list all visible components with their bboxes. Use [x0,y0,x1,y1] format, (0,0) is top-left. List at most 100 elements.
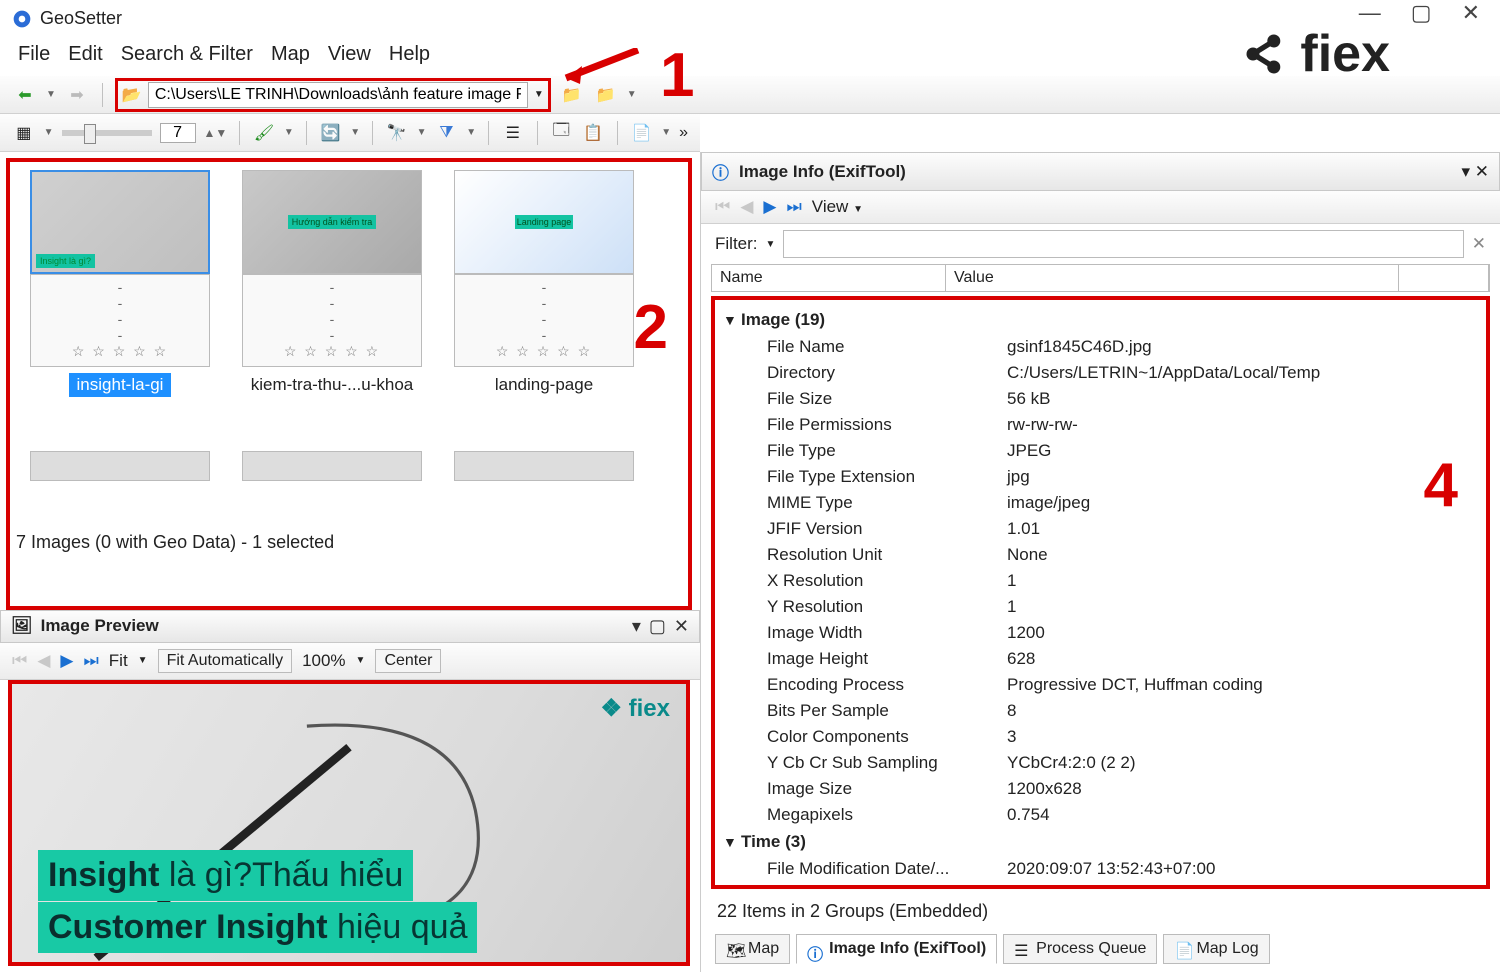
filter-input[interactable] [783,230,1463,258]
property-row[interactable]: File Namegsinf1845C46D.jpg [723,334,1478,360]
thumbnail-item[interactable] [444,451,644,523]
folder-open-icon[interactable]: 📂 [122,85,142,105]
tab-map[interactable]: 🗺Map [715,934,790,964]
property-row[interactable]: Y Cb Cr Sub SamplingYCbCr4:2:0 (2 2) [723,750,1478,776]
property-row[interactable]: Megapixels0.754 [723,802,1478,828]
thumbnail-status: 7 Images (0 with Geo Data) - 1 selected [14,526,684,555]
close-button[interactable]: ✕ [1462,0,1480,26]
property-row[interactable]: X Resolution1 [723,568,1478,594]
next-icon[interactable]: ▶ [763,197,776,217]
annotation-4: 4 [1424,450,1458,521]
maximize-button[interactable]: ▢ [1411,0,1432,26]
property-row[interactable]: File Size56 kB [723,386,1478,412]
thumbnail-item[interactable]: Insight là gì? ----☆ ☆ ☆ ☆ ☆ insight-la-… [20,170,220,439]
property-row[interactable]: Y Resolution1 [723,594,1478,620]
property-row[interactable]: JFIF Version1.01 [723,516,1478,542]
path-input[interactable] [148,82,528,108]
property-row[interactable]: DirectoryC:/Users/LETRIN~1/AppData/Local… [723,360,1478,386]
col-name[interactable]: Name [712,265,946,291]
path-dropdown[interactable]: ▼ [534,89,544,100]
minimize-button[interactable]: — [1359,0,1381,26]
property-row[interactable]: File Permissionsrw-rw-rw- [723,412,1478,438]
panel-restore-icon[interactable]: ▢ [649,616,666,637]
fit-label: Fit [109,651,128,671]
list-icon[interactable]: ☰ [501,120,525,146]
property-row[interactable]: Image Height628 [723,646,1478,672]
thumbnail-item[interactable] [20,451,220,523]
property-row[interactable]: File TypeJPEG [723,438,1478,464]
info-icon: ⓘ [712,159,729,184]
menu-file[interactable]: File [18,43,50,66]
property-row[interactable]: File Modification Date/...2020:09:07 13:… [723,856,1478,882]
property-row[interactable]: Image Width1200 [723,620,1478,646]
preview-header: 🖼 Image Preview ▾ ▢ ✕ [0,610,700,643]
panel-dropdown-icon[interactable]: ▾ [632,616,641,637]
tab-map-log[interactable]: 📄Map Log [1163,934,1269,964]
tab-process-queue[interactable]: ☰Process Queue [1003,934,1157,964]
property-row[interactable]: File Type Extensionjpg [723,464,1478,490]
property-row[interactable]: Bits Per Sample8 [723,698,1478,724]
property-row[interactable]: MIME Typeimage/jpeg [723,490,1478,516]
preview-header-icon: 🖼 [11,616,33,636]
back-button[interactable]: ⬅ [12,82,38,108]
preview-title: Image Preview [41,616,159,636]
last-icon[interactable]: ⏭ [786,197,801,217]
thumbnail-item[interactable] [232,451,432,523]
thumbnail-item[interactable]: Landing page ----☆ ☆ ☆ ☆ ☆ landing-page [444,170,644,439]
next-icon[interactable]: ▶ [60,651,73,671]
center-button[interactable]: Center [375,649,441,673]
thumb-size-value[interactable] [160,123,196,143]
preview-text-1: Insight là gì?Thấu hiểu [38,850,413,901]
property-row[interactable]: Color Components3 [723,724,1478,750]
menu-help[interactable]: Help [389,43,430,66]
first-icon[interactable]: ⏮ [12,651,27,671]
info-table-header: Name Value [711,264,1490,292]
property-list[interactable]: Image (19) File Namegsinf1845C46D.jpgDir… [715,300,1486,889]
zoom-level[interactable]: 100% [302,651,345,671]
more-icon[interactable]: » [679,124,688,142]
app-title: GeoSetter [40,8,122,29]
binoculars-icon[interactable]: 🔭 [385,120,409,146]
thumbnail-panel: 2 Insight là gì? ----☆ ☆ ☆ ☆ ☆ insight-l… [6,158,692,610]
last-icon[interactable]: ⏭ [83,651,98,671]
property-row[interactable]: Image Size1200x628 [723,776,1478,802]
menu-map[interactable]: Map [271,43,310,66]
first-icon[interactable]: ⏮ [715,197,730,217]
menu-view[interactable]: View [328,43,371,66]
property-row[interactable]: File Access Date/Time2020:09:22 13:53:15… [723,882,1478,889]
annotation-1: 1 [660,40,694,111]
filter-label: Filter: [715,234,758,254]
menu-edit[interactable]: Edit [68,43,102,66]
col-value[interactable]: Value [946,265,1399,291]
tab-image-info[interactable]: ⓘImage Info (ExifTool) [796,934,997,964]
group-image[interactable]: Image (19) [723,306,1478,334]
prev-icon[interactable]: ◀ [740,197,753,217]
preview-image: 3 ❖ fiex Insight là gì?Thấu hiểu Custome… [8,680,690,966]
copy-icon[interactable]: 📋 [581,120,605,146]
paint-icon[interactable]: 🖌 [252,120,276,146]
addressbar: 📂 ▼ [115,78,551,112]
property-row[interactable]: Resolution UnitNone [723,542,1478,568]
clear-filter-icon[interactable]: ✕ [1472,234,1486,254]
toolbar-row-2: ▦▼ ▲▼ 🖌▼ 🔄▼ 🔭▼ ⧩▼ ☰ 🗔 📋 📄▼ » [0,114,700,152]
thumb-size-slider[interactable] [62,130,152,136]
thumbnail-item[interactable]: Hướng dẫn kiểm tra ----☆ ☆ ☆ ☆ ☆ kiem-tr… [232,170,432,439]
property-row[interactable]: Encoding ProcessProgressive DCT, Huffman… [723,672,1478,698]
info-title: Image Info (ExifTool) [739,162,906,182]
page-icon[interactable]: 📄 [630,120,654,146]
group-time[interactable]: Time (3) [723,828,1478,856]
view-menu[interactable]: View ▼ [812,197,863,217]
funnel-icon[interactable]: ⧩ [435,120,459,146]
fit-mode[interactable]: Fit Automatically [158,649,292,673]
refresh-icon[interactable]: 🔄 [319,120,343,146]
panel-dropdown-icon[interactable]: ▾ [1461,162,1470,181]
forward-button[interactable]: ➡ [64,82,90,108]
layout-icon[interactable]: ▦ [12,120,36,146]
window-icon[interactable]: 🗔 [550,120,574,146]
panel-close-icon[interactable]: ✕ [674,616,689,637]
info-tabs: 🗺Map ⓘImage Info (ExifTool) ☰Process Que… [701,930,1500,972]
back-dropdown[interactable]: ▼ [46,89,56,100]
prev-icon[interactable]: ◀ [37,651,50,671]
panel-close-icon[interactable]: ✕ [1475,162,1489,181]
menu-search-filter[interactable]: Search & Filter [121,43,253,66]
